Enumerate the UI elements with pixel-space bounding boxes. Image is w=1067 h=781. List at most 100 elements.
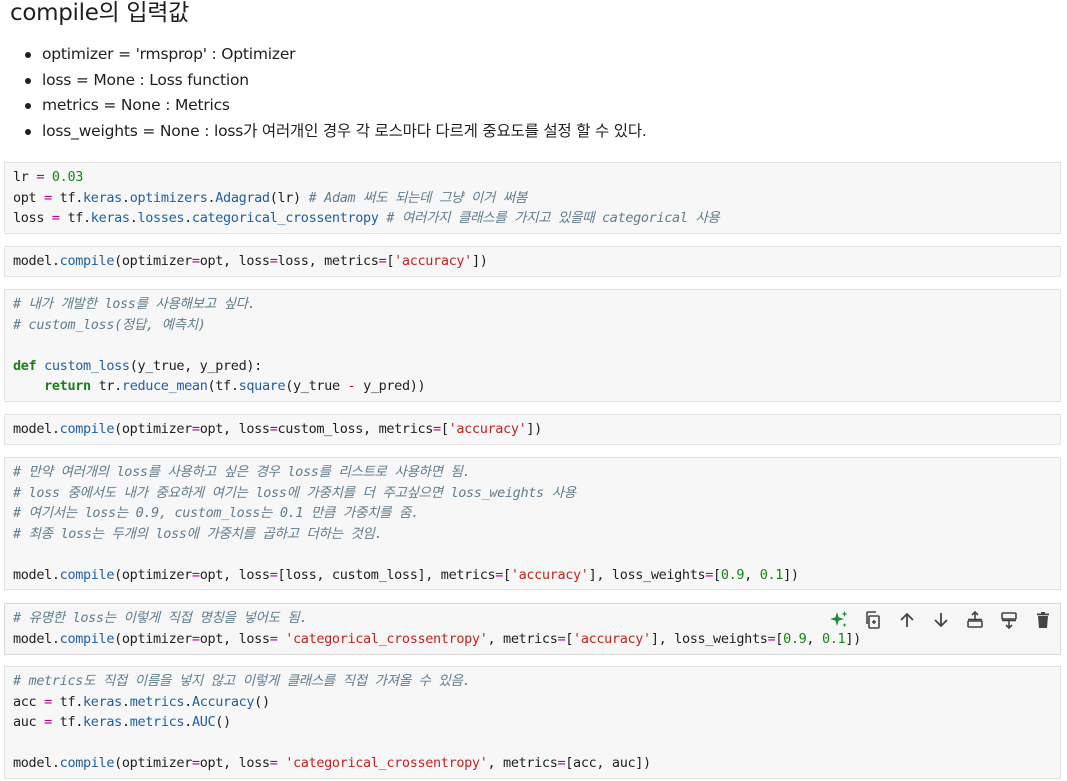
code-string: 'categorical_crossentropy' [285, 755, 488, 771]
code-token: losses [137, 210, 185, 226]
code-token: . [184, 693, 192, 710]
code-token: = [191, 421, 200, 437]
markdown-heading: compile의 입력값 [10, 0, 190, 26]
code-token: model. [13, 755, 60, 771]
code-token: square [238, 378, 286, 394]
code-token: tf. [51, 189, 84, 206]
code-token: (optimizer [114, 755, 192, 771]
code-token: [acc, auc]) [565, 755, 651, 771]
code-token: opt, loss [199, 421, 270, 437]
code-token: opt, loss [199, 253, 270, 269]
code-editor[interactable]: model.compile(optimizer=opt, loss=custom… [5, 415, 1060, 444]
code-token: ], loss_weights [650, 630, 768, 647]
code-token: ]) [783, 566, 799, 583]
add-cell-above-icon[interactable] [962, 608, 988, 632]
code-token: opt, loss [199, 630, 270, 647]
copy-cell-icon[interactable] [860, 608, 886, 632]
bullet-optimizer: optimizer = 'rmsprop' : Optimizer [22, 42, 647, 68]
markdown-bullet-list: optimizer = 'rmsprop' : Optimizer loss =… [22, 42, 647, 144]
code-token: , metrics [487, 755, 558, 771]
code-token: = [191, 253, 200, 269]
code-token: = [705, 566, 714, 583]
code-token: (optimizer [114, 566, 192, 583]
code-token: compile [59, 253, 115, 269]
code-token: optimizers [129, 189, 208, 206]
code-token: [ [713, 566, 721, 583]
code-cell-5[interactable]: # 만약 여러개의 loss를 사용하고 싶은 경우 loss를 리스트로 사용… [4, 457, 1061, 590]
code-token: tf. [51, 714, 84, 730]
code-token: tr. [90, 378, 123, 394]
code-token: keras [90, 210, 130, 226]
sparkle-ai-icon[interactable] [826, 608, 852, 632]
code-token: y_pred)) [355, 378, 426, 394]
code-editor[interactable]: model.compile(optimizer=opt, loss=loss, … [5, 247, 1060, 276]
code-token: () [215, 714, 231, 730]
code-token: = [191, 630, 200, 647]
bullet-metrics: metrics = None : Metrics [22, 93, 647, 119]
code-token: compile [59, 755, 115, 771]
code-token: (optimizer [114, 253, 192, 269]
code-editor[interactable]: # metrics도 직접 이름을 넣지 않고 이렇게 클래스를 직접 가져올 … [5, 667, 1060, 778]
code-editor[interactable]: # 내가 개발한 loss를 사용해보고 싶다. # custom_loss(정… [5, 290, 1060, 401]
code-token: tf. [59, 210, 91, 226]
add-cell-below-icon[interactable] [996, 608, 1022, 632]
move-up-icon[interactable] [894, 608, 920, 632]
code-comment: # 여러가지 클래스를 가지고 있을때 categorical 사용 [386, 210, 720, 226]
code-token: [ [503, 566, 511, 583]
code-cell-4[interactable]: model.compile(optimizer=opt, loss=custom… [4, 414, 1061, 445]
code-line: model.compile(optimizer=opt, loss=loss, … [13, 253, 488, 269]
code-line: # 유명한 loss는 이렇게 직접 명칭을 넣어도 됨. [13, 610, 308, 626]
code-token: AUC [191, 714, 216, 730]
bullet-loss: loss = Mone : Loss function [22, 68, 647, 94]
code-token: (tf. [207, 378, 239, 394]
code-cell-6-active[interactable]: # 유명한 loss는 이렇게 직접 명칭을 넣어도 됨. model.comp… [4, 603, 1061, 655]
delete-icon[interactable] [1030, 608, 1056, 632]
code-token: ]) [526, 421, 542, 437]
code-editor[interactable]: lr = 0.03 opt = tf.keras.optimizers.Adag… [5, 163, 1060, 233]
code-token: metrics [129, 693, 185, 710]
code-cell-1[interactable]: lr = 0.03 opt = tf.keras.optimizers.Adag… [4, 162, 1061, 234]
code-token: . [184, 714, 192, 730]
code-line: model.compile(optimizer=opt, loss=custom… [13, 421, 542, 437]
code-line: # 내가 개발한 loss를 사용해보고 싶다. [13, 296, 256, 312]
code-token: = [44, 189, 52, 206]
code-token: compile [59, 630, 115, 647]
code-line: lr = 0.03 [13, 169, 83, 185]
code-comment: # metrics도 직접 이름을 넣지 않고 이렇게 클래스를 직접 가져올 … [13, 673, 471, 689]
code-token: = [495, 566, 504, 583]
code-token: [ [775, 630, 784, 647]
code-token: Adagrad [215, 189, 270, 206]
code-line: opt = tf.keras.optimizers.Adagrad(lr) # … [13, 190, 527, 206]
code-string: 'accuracy' [394, 253, 472, 269]
code-comment: # 최종 loss는 두개의 loss에 가중치를 곱하고 더하는 것임. [13, 525, 383, 542]
code-editor[interactable]: # 만약 여러개의 loss를 사용하고 싶은 경우 loss를 리스트로 사용… [5, 458, 1060, 589]
code-token: = [44, 693, 52, 710]
code-token: custom_loss [44, 357, 130, 374]
code-string: 'accuracy' [573, 630, 651, 647]
code-cell-2[interactable]: model.compile(optimizer=opt, loss=loss, … [4, 246, 1061, 277]
code-token: [ [440, 421, 449, 437]
code-cell-7[interactable]: # metrics도 직접 이름을 넣지 않고 이렇게 클래스를 직접 가져올 … [4, 666, 1061, 779]
code-cell-3[interactable]: # 내가 개발한 loss를 사용해보고 싶다. # custom_loss(정… [4, 289, 1061, 402]
code-comment: # 만약 여러개의 loss를 사용하고 싶은 경우 loss를 리스트로 사용… [13, 464, 471, 480]
code-token: return [44, 378, 91, 394]
code-token: = [191, 755, 200, 771]
code-token: reduce_mean [121, 378, 208, 394]
code-token: auc [13, 714, 45, 730]
move-down-icon[interactable] [928, 608, 954, 632]
code-token: Accuracy [191, 693, 255, 710]
code-token: acc [13, 693, 45, 710]
code-token: lr [13, 169, 37, 185]
code-token: categorical_crossentropy [191, 210, 379, 226]
code-token: compile [59, 566, 115, 583]
code-token: 0.03 [51, 169, 84, 185]
code-comment: # custom_loss(정답, 예측치) [13, 316, 206, 333]
code-token: . [121, 714, 130, 730]
code-comment: # 유명한 loss는 이렇게 직접 명칭을 넣어도 됨. [13, 610, 308, 626]
code-token: model. [13, 253, 60, 269]
code-token: metrics [129, 714, 185, 730]
code-token: (lr) [269, 189, 309, 206]
code-line: model.compile(optimizer=opt, loss= 'cate… [13, 755, 651, 771]
code-comment: # 여기서는 loss는 0.9, custom_loss는 0.1 만큼 가중… [13, 505, 419, 521]
